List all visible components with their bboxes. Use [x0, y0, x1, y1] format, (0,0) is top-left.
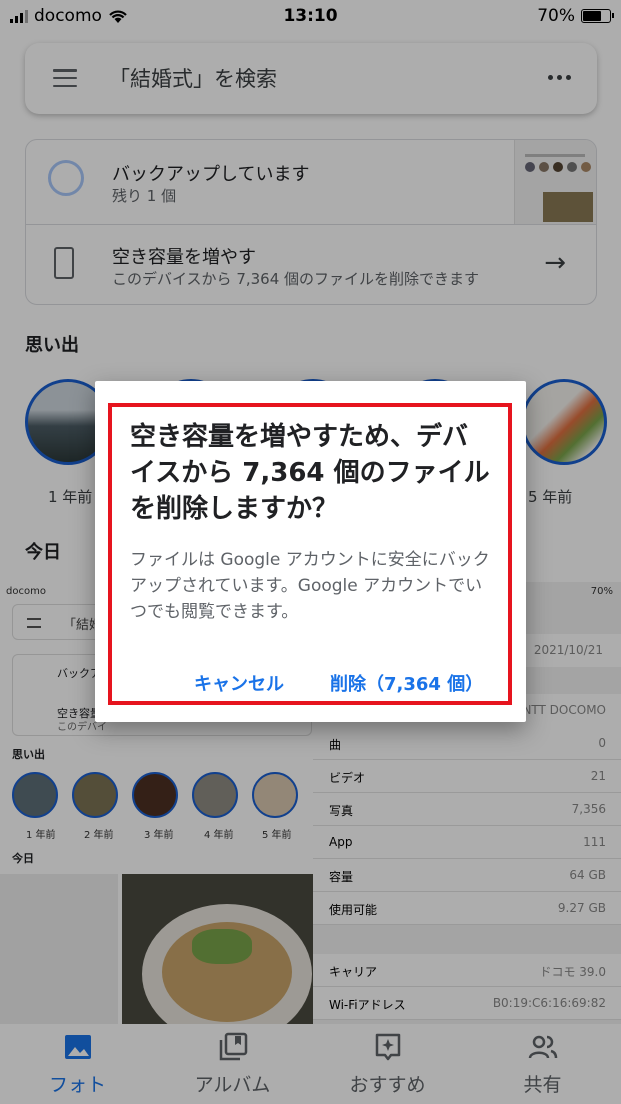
dialog-body: ファイルは Google アカウントに安全にバックアップされています。Googl… [130, 550, 490, 622]
delete-button[interactable]: 削除（7,364 個） [330, 670, 483, 696]
cancel-button[interactable]: キャンセル [194, 670, 284, 696]
dialog-title: 空き容量を増やすため、デバイスから 7,364 個のファイルを削除しますか？ [130, 422, 490, 524]
delete-confirm-dialog: 空き容量を増やすため、デバイスから 7,364 個のファイルを削除しますか？ フ… [95, 381, 526, 722]
